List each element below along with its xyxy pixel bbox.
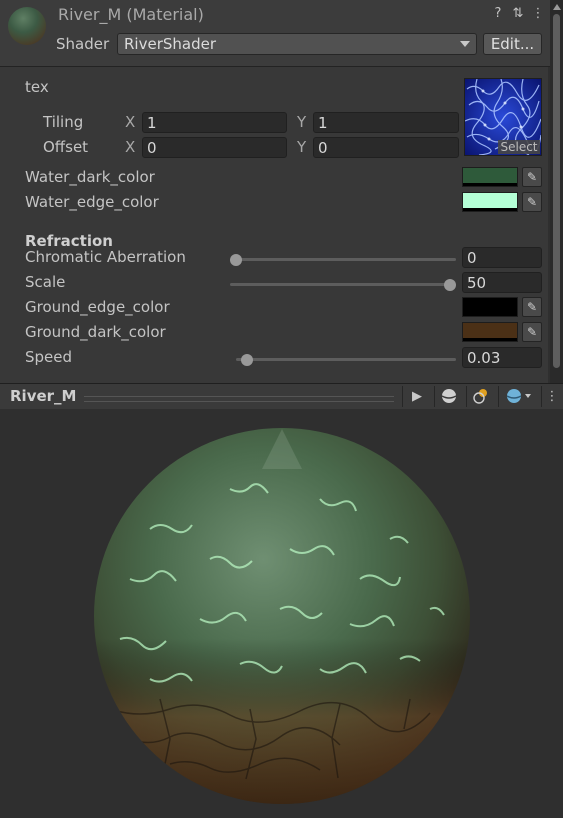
chromatic-aberration-slider[interactable]: [236, 258, 456, 261]
scroll-up-icon[interactable]: [553, 4, 561, 10]
ground-dark-color-label: Ground_dark_color: [25, 323, 166, 341]
offset-y-field[interactable]: 0: [313, 137, 459, 158]
ground-dark-color-field[interactable]: [462, 322, 518, 342]
tiling-y-label: Y: [297, 113, 307, 131]
light-icon[interactable]: [466, 386, 495, 407]
water-edge-color-field[interactable]: [462, 192, 518, 212]
offset-x-field[interactable]: 0: [142, 137, 287, 158]
texture-slot[interactable]: Select: [464, 78, 542, 156]
preview-title[interactable]: River_M: [10, 387, 76, 405]
offset-y-label: Y: [297, 138, 307, 156]
speed-label: Speed: [25, 348, 73, 366]
help-icon[interactable]: ?: [491, 6, 505, 22]
preview-drag-handle[interactable]: [84, 396, 394, 402]
material-header: River_M (Material) ? ⇅ ⋮ Shader RiverSha…: [0, 0, 563, 67]
more-icon[interactable]: ⋮: [541, 386, 562, 407]
shader-value: RiverShader: [124, 35, 216, 53]
chromatic-aberration-slider-knob[interactable]: [230, 254, 242, 266]
ground-edge-color-field[interactable]: [462, 297, 518, 317]
edit-shader-button[interactable]: Edit...: [483, 33, 542, 55]
mesh-icon[interactable]: [498, 386, 539, 407]
scale-label: Scale: [25, 273, 66, 291]
eyedropper-icon[interactable]: ✎: [522, 192, 542, 212]
preview-toolbar: River_M ▶ ⋮: [0, 383, 563, 410]
chromatic-aberration-label: Chromatic Aberration: [25, 248, 186, 266]
shader-dropdown[interactable]: RiverShader: [117, 33, 477, 55]
eyedropper-icon[interactable]: ✎: [522, 297, 542, 317]
water-edge-color-label: Water_edge_color: [25, 193, 159, 211]
water-dark-color-field[interactable]: [462, 167, 518, 187]
more-icon[interactable]: ⋮: [531, 6, 545, 22]
eyedropper-icon[interactable]: ✎: [522, 167, 542, 187]
tiling-y-field[interactable]: 1: [313, 112, 459, 133]
shader-label: Shader: [56, 35, 110, 53]
offset-x-label: X: [125, 138, 136, 156]
material-properties: tex Tiling X 1 Y 1 Offset X 0 Y 0 Select…: [0, 67, 548, 383]
chevron-down-icon: [460, 41, 470, 47]
ground-edge-color-label: Ground_edge_color: [25, 298, 170, 316]
texture-select-button[interactable]: Select: [498, 140, 540, 154]
speed-field[interactable]: 0.03: [462, 347, 542, 368]
chromatic-aberration-field[interactable]: 0: [462, 247, 542, 268]
scroll-thumb[interactable]: [553, 14, 560, 368]
scale-slider-knob[interactable]: [444, 279, 456, 291]
tiling-x-field[interactable]: 1: [142, 112, 287, 133]
material-preview[interactable]: [0, 409, 563, 818]
preview-sphere: [94, 428, 470, 804]
offset-label: Offset: [43, 138, 89, 156]
scale-slider[interactable]: [230, 283, 450, 286]
water-dark-color-label: Water_dark_color: [25, 168, 155, 186]
material-thumbnail: [8, 7, 46, 45]
eyedropper-icon[interactable]: ✎: [522, 322, 542, 342]
preset-icon[interactable]: ⇅: [511, 6, 525, 22]
tiling-label: Tiling: [43, 113, 84, 131]
material-title: River_M (Material): [58, 5, 204, 24]
inspector-window: River_M (Material) ? ⇅ ⋮ Shader RiverSha…: [0, 0, 563, 818]
sphere-icon[interactable]: [434, 386, 463, 407]
scale-field[interactable]: 50: [462, 272, 542, 293]
inspector-scrollbar[interactable]: [550, 0, 563, 383]
tex-label: tex: [25, 78, 49, 96]
speed-slider[interactable]: [236, 358, 456, 361]
speed-slider-knob[interactable]: [241, 354, 253, 366]
play-icon[interactable]: ▶: [402, 386, 431, 407]
tiling-x-label: X: [125, 113, 136, 131]
